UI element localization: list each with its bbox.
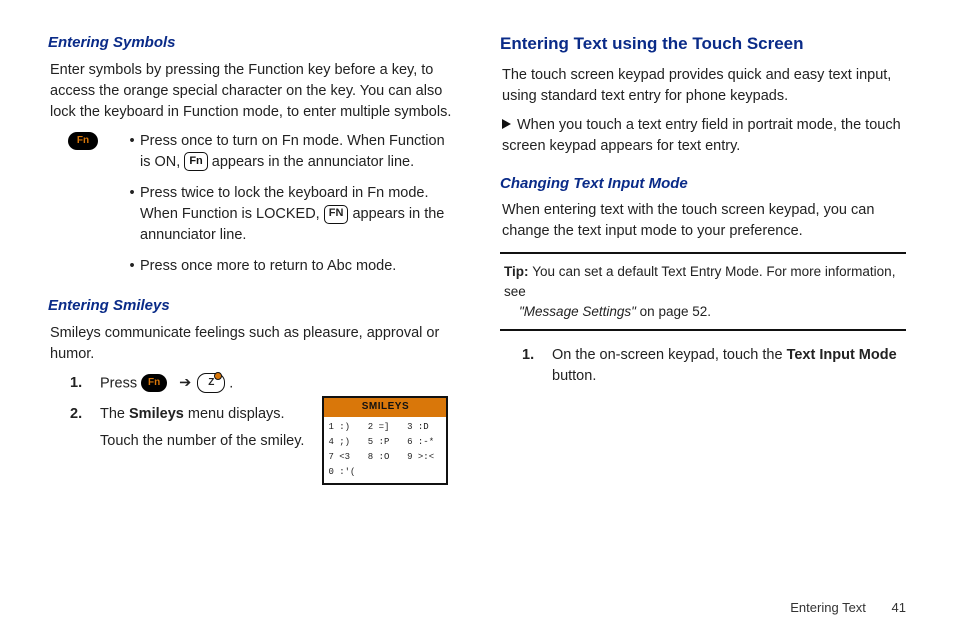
bullet1-part-b: appears in the annunciator line.: [208, 154, 414, 170]
smileys-grid: 1 :) 2 =] 3 :D 4 ;) 5 :P 6 :-* 7 <3 8 :O…: [324, 417, 446, 483]
step-1: Press Fn ➔ Z .: [48, 373, 454, 394]
smiley-cell: 8 :O: [368, 451, 403, 464]
step2-c: Touch the number of the smiley.: [100, 431, 304, 452]
step-1-body: Press Fn ➔ Z .: [100, 373, 454, 394]
heading-entering-symbols: Entering Symbols: [48, 32, 454, 54]
bullet-1-text: Press once to turn on Fn mode. When Func…: [140, 131, 454, 173]
bullet-3-text: Press once more to return to Abc mode.: [140, 256, 454, 277]
step2-b: menu displays.: [184, 406, 285, 422]
tip-body-1: You can set a default Text Entry Mode. F…: [504, 264, 895, 299]
step1-period: .: [229, 375, 233, 391]
footer-section-name: Entering Text: [790, 600, 866, 615]
bullet-dot: •: [124, 256, 140, 277]
arrow-icon: ➔: [179, 373, 191, 394]
r-step1-b: button.: [552, 368, 596, 384]
fn-locked-indicator-icon: FN: [324, 205, 349, 224]
left-column: Entering Symbols Enter symbols by pressi…: [48, 32, 454, 495]
change-step-1-body: On the on-screen keypad, touch the Text …: [552, 345, 906, 387]
two-column-layout: Entering Symbols Enter symbols by pressi…: [48, 32, 906, 495]
step-2-body: The Smileys menu displays. Touch the num…: [100, 404, 454, 485]
bullet-row-1: Fn • Press once to turn on Fn mode. When…: [48, 131, 454, 173]
step2-a: The: [100, 406, 129, 422]
page-footer: Entering Text 41: [790, 599, 906, 618]
right-column: Entering Text using the Touch Screen The…: [500, 32, 906, 495]
heading-entering-smileys: Entering Smileys: [48, 295, 454, 317]
bullet-dot: •: [124, 183, 140, 246]
touch-bullet-text: When you touch a text entry field in por…: [502, 117, 901, 154]
smiley-cell: 6 :-*: [407, 436, 442, 449]
change-mode-steps: On the on-screen keypad, touch the Text …: [500, 345, 906, 387]
z-key-icon: Z: [197, 373, 225, 393]
fn-mode-bullets: Fn • Press once to turn on Fn mode. When…: [48, 131, 454, 277]
smileys-steps: Press Fn ➔ Z . The Smileys menu di: [48, 373, 454, 485]
touch-intro-text: The touch screen keypad provides quick a…: [500, 65, 906, 107]
bullet-row-3: • Press once more to return to Abc mode.: [48, 256, 454, 277]
step-2-text: The Smileys menu displays. Touch the num…: [100, 404, 304, 460]
smiley-cell: 7 <3: [328, 451, 363, 464]
heading-touch-screen: Entering Text using the Touch Screen: [500, 32, 906, 57]
bullet-2-text: Press twice to lock the keyboard in Fn m…: [140, 183, 454, 246]
step1-press-text: Press: [100, 375, 141, 391]
smiley-cell: 5 :P: [368, 436, 403, 449]
smiley-cell: 3 :D: [407, 421, 442, 434]
fn-key-icon: Fn: [68, 132, 98, 150]
manual-page: Entering Symbols Enter symbols by pressi…: [0, 0, 954, 636]
triangle-bullet-icon: [502, 119, 511, 129]
smiley-cell: 1 :): [328, 421, 363, 434]
touch-bullet: When you touch a text entry field in por…: [500, 115, 906, 157]
step-1: On the on-screen keypad, touch the Text …: [500, 345, 906, 387]
tip-label: Tip:: [504, 264, 532, 279]
key-sequence: Fn ➔ Z: [141, 373, 225, 394]
step-2: The Smileys menu displays. Touch the num…: [48, 404, 454, 485]
smiley-cell: 9 >:<: [407, 451, 442, 464]
tip-reference: "Message Settings": [519, 304, 636, 319]
heading-change-input-mode: Changing Text Input Mode: [500, 173, 906, 195]
r-step1-bold: Text Input Mode: [787, 347, 897, 363]
step2-bold: Smileys: [129, 406, 184, 422]
fn-indicator-icon: Fn: [184, 152, 207, 171]
footer-page-number: 41: [892, 600, 906, 615]
smileys-screenshot: SMILEYS 1 :) 2 =] 3 :D 4 ;) 5 :P 6 :-* 7…: [322, 396, 448, 485]
smileys-screenshot-header: SMILEYS: [324, 398, 446, 417]
symbols-intro-text: Enter symbols by pressing the Function k…: [48, 60, 454, 123]
change-intro-text: When entering text with the touch screen…: [500, 200, 906, 242]
tip-body-2: on page 52.: [636, 304, 711, 319]
smiley-cell: 0 :'(: [328, 466, 363, 479]
bullet-dot: •: [124, 131, 140, 173]
r-step1-a: On the on-screen keypad, touch the: [552, 347, 787, 363]
smiley-cell: 2 =]: [368, 421, 403, 434]
bullet-row-2: • Press twice to lock the keyboard in Fn…: [48, 183, 454, 246]
smiley-cell: 4 ;): [328, 436, 363, 449]
smileys-intro-text: Smileys communicate feelings such as ple…: [48, 323, 454, 365]
fn-key-visual-cell: Fn: [48, 131, 124, 173]
tip-box: Tip: You can set a default Text Entry Mo…: [500, 252, 906, 331]
fn-key-icon-small: Fn: [141, 374, 167, 392]
